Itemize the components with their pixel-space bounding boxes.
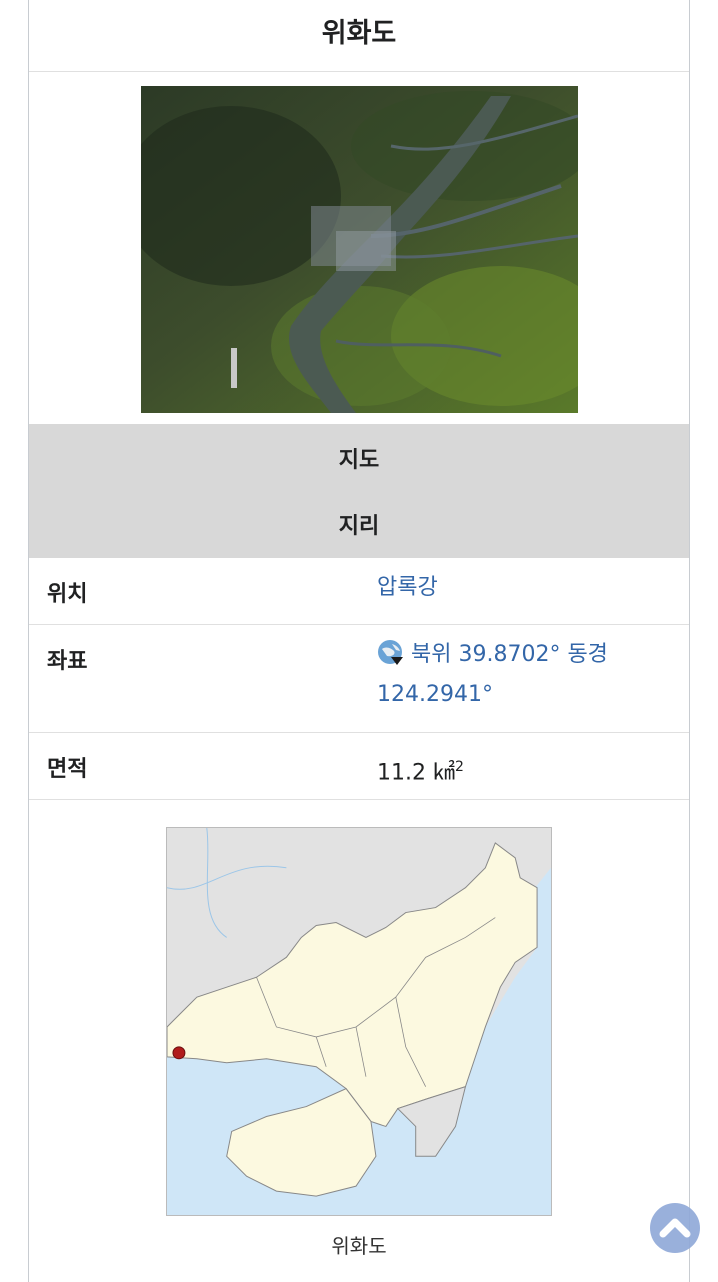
scroll-to-top-button[interactable] [650, 1203, 700, 1253]
coordinates-label: 좌표 [47, 649, 88, 674]
chevron-up-icon [659, 1218, 691, 1238]
geography-section-header: 지리 [338, 514, 380, 539]
area-value: 11.2 ㎢2 [377, 747, 464, 793]
map-section-header[interactable]: 지도 [29, 442, 689, 474]
infobox: 위화도 지도 지리 위치 압록강 좌표 북위 39.8702° 동경 124.2… [28, 0, 690, 1282]
coordinates-text: 북위 39.8702° 동경 124.2941° [377, 642, 608, 707]
location-link[interactable]: 압록강 [377, 568, 438, 608]
area-value-text: 11.2 ㎢ [377, 760, 455, 786]
location-map[interactable] [166, 827, 552, 1216]
location-map-container: 위화도 [29, 800, 689, 1280]
satellite-image[interactable] [141, 86, 578, 413]
area-superscript: 2 [454, 759, 464, 775]
map-caption: 위화도 [331, 1234, 387, 1258]
section-headers: 지도 지리 [29, 424, 689, 558]
satellite-photo-container [29, 72, 689, 424]
coordinates-link[interactable]: 북위 39.8702° 동경 124.2941° [377, 635, 677, 715]
location-label: 위치 [47, 582, 88, 607]
location-row: 위치 압록강 [29, 558, 689, 625]
globe-icon[interactable] [377, 639, 405, 667]
area-row: 면적 11.2 ㎢2 [29, 733, 689, 800]
coordinates-row: 좌표 북위 39.8702° 동경 124.2941° [29, 625, 689, 733]
infobox-title: 위화도 [29, 0, 689, 72]
area-label: 면적 [47, 757, 88, 782]
